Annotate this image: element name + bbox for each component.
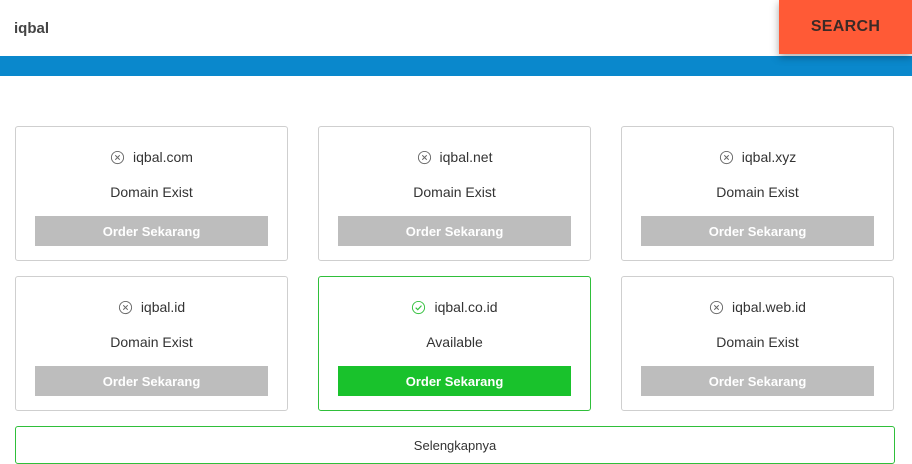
domain-status: Available xyxy=(426,334,483,350)
x-circle-icon xyxy=(118,300,132,314)
domain-card: iqbal.xyz Domain Exist Order Sekarang xyxy=(621,126,894,261)
order-button[interactable]: Order Sekarang xyxy=(35,216,268,246)
domain-status: Domain Exist xyxy=(716,184,799,200)
domain-card: iqbal.id Domain Exist Order Sekarang xyxy=(15,276,288,411)
domain-card-available: iqbal.co.id Available Order Sekarang xyxy=(318,276,591,411)
domain-name: iqbal.com xyxy=(133,149,193,165)
search-bar: SEARCH xyxy=(0,0,912,56)
x-circle-icon xyxy=(719,150,733,164)
order-button[interactable]: Order Sekarang xyxy=(641,216,874,246)
domain-name: iqbal.web.id xyxy=(732,299,806,315)
domain-status: Domain Exist xyxy=(413,184,496,200)
order-button[interactable]: Order Sekarang xyxy=(641,366,874,396)
order-button[interactable]: Order Sekarang xyxy=(338,216,571,246)
domain-name: iqbal.xyz xyxy=(741,149,797,165)
x-circle-icon xyxy=(110,150,125,164)
domain-card: iqbal.web.id Domain Exist Order Sekarang xyxy=(621,276,894,411)
domain-name: iqbal.id xyxy=(140,299,186,315)
domain-status: Domain Exist xyxy=(110,334,193,350)
domain-card: iqbal.net Domain Exist Order Sekarang xyxy=(318,126,591,261)
domain-name: iqbal.net xyxy=(439,149,493,165)
order-button[interactable]: Order Sekarang xyxy=(35,366,268,396)
x-circle-icon xyxy=(709,300,724,314)
domain-card: iqbal.com Domain Exist Order Sekarang xyxy=(15,126,288,261)
domain-status: Domain Exist xyxy=(110,184,193,200)
header-strip xyxy=(0,56,912,76)
check-circle-icon xyxy=(412,300,426,314)
order-button[interactable]: Order Sekarang xyxy=(338,366,571,396)
x-circle-icon xyxy=(417,150,431,164)
search-input[interactable] xyxy=(0,0,778,56)
domain-status: Domain Exist xyxy=(716,334,799,350)
search-button[interactable]: SEARCH xyxy=(779,0,912,54)
more-button[interactable]: Selengkapnya xyxy=(15,426,895,464)
domain-name: iqbal.co.id xyxy=(434,299,498,315)
